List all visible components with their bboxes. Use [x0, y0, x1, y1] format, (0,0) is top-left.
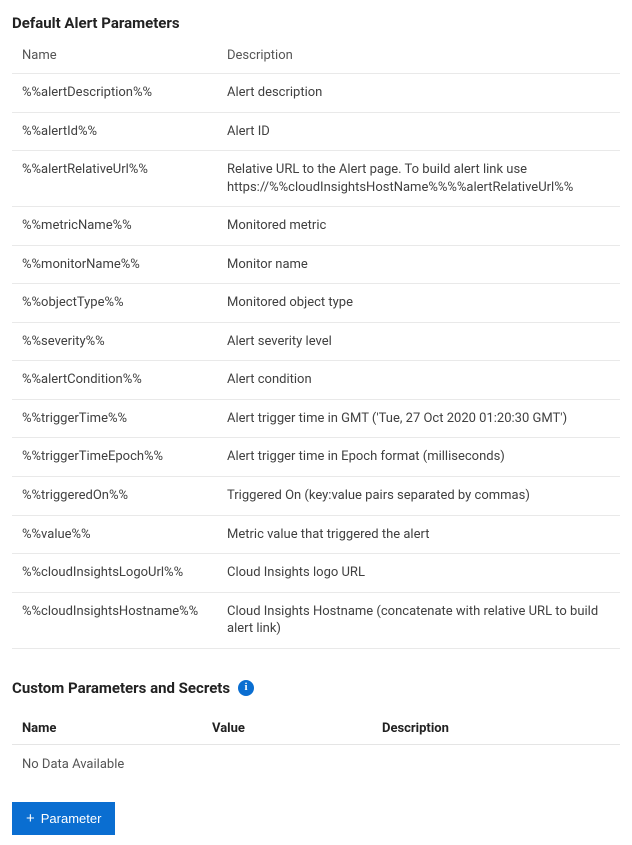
param-name: %%alertCondition%% [12, 361, 217, 400]
table-row: %%triggeredOn%%Triggered On (key:value p… [12, 477, 620, 516]
table-row: %%monitorName%%Monitor name [12, 245, 620, 284]
param-name: %%alertDescription%% [12, 74, 217, 113]
default-section-title: Default Alert Parameters [12, 14, 620, 32]
param-description: Cloud Insights Hostname (concatenate wit… [217, 592, 620, 648]
param-description: Triggered On (key:value pairs separated … [217, 477, 620, 516]
custom-col-value: Value [202, 713, 372, 745]
default-col-description: Description [217, 42, 620, 74]
param-name: %%value%% [12, 515, 217, 554]
custom-empty-message: No Data Available [12, 744, 620, 784]
table-row: %%cloudInsightsHostname%%Cloud Insights … [12, 592, 620, 648]
param-name: %%objectType%% [12, 284, 217, 323]
param-description: Relative URL to the Alert page. To build… [217, 151, 620, 207]
table-row: %%alertCondition%%Alert condition [12, 361, 620, 400]
param-description: Metric value that triggered the alert [217, 515, 620, 554]
param-name: %%cloudInsightsLogoUrl%% [12, 554, 217, 593]
default-params-table: Name Description %%alertDescription%%Ale… [12, 42, 620, 649]
default-col-name: Name [12, 42, 217, 74]
param-description: Alert condition [217, 361, 620, 400]
table-row: %%triggerTime%%Alert trigger time in GMT… [12, 399, 620, 438]
table-row: %%cloudInsightsLogoUrl%%Cloud Insights l… [12, 554, 620, 593]
param-name: %%monitorName%% [12, 245, 217, 284]
table-row: %%alertDescription%%Alert description [12, 74, 620, 113]
table-row: %%triggerTimeEpoch%%Alert trigger time i… [12, 438, 620, 477]
table-row: %%alertRelativeUrl%%Relative URL to the … [12, 151, 620, 207]
param-description: Monitor name [217, 245, 620, 284]
param-name: %%triggeredOn%% [12, 477, 217, 516]
add-parameter-button[interactable]: + Parameter [12, 802, 115, 835]
table-row: %%alertId%%Alert ID [12, 112, 620, 151]
param-description: Alert trigger time in Epoch format (mill… [217, 438, 620, 477]
param-name: %%metricName%% [12, 207, 217, 246]
custom-section-title-row: Custom Parameters and Secrets i [12, 679, 620, 697]
table-row: %%objectType%%Monitored object type [12, 284, 620, 323]
param-name: %%alertRelativeUrl%% [12, 151, 217, 207]
table-row: %%value%%Metric value that triggered the… [12, 515, 620, 554]
plus-icon: + [26, 811, 35, 826]
param-name: %%cloudInsightsHostname%% [12, 592, 217, 648]
param-description: Monitored object type [217, 284, 620, 323]
add-parameter-label: Parameter [41, 811, 102, 826]
param-description: Alert severity level [217, 322, 620, 361]
custom-section-title: Custom Parameters and Secrets [12, 679, 230, 697]
custom-params-table: Name Value Description No Data Available [12, 713, 620, 784]
table-row: %%metricName%%Monitored metric [12, 207, 620, 246]
param-name: %%severity%% [12, 322, 217, 361]
param-name: %%triggerTime%% [12, 399, 217, 438]
param-description: Alert ID [217, 112, 620, 151]
info-icon[interactable]: i [238, 680, 254, 696]
custom-col-description: Description [372, 713, 620, 745]
param-name: %%triggerTimeEpoch%% [12, 438, 217, 477]
param-description: Alert trigger time in GMT ('Tue, 27 Oct … [217, 399, 620, 438]
param-description: Cloud Insights logo URL [217, 554, 620, 593]
param-name: %%alertId%% [12, 112, 217, 151]
custom-col-name: Name [12, 713, 202, 745]
param-description: Monitored metric [217, 207, 620, 246]
param-description: Alert description [217, 74, 620, 113]
table-row: %%severity%%Alert severity level [12, 322, 620, 361]
